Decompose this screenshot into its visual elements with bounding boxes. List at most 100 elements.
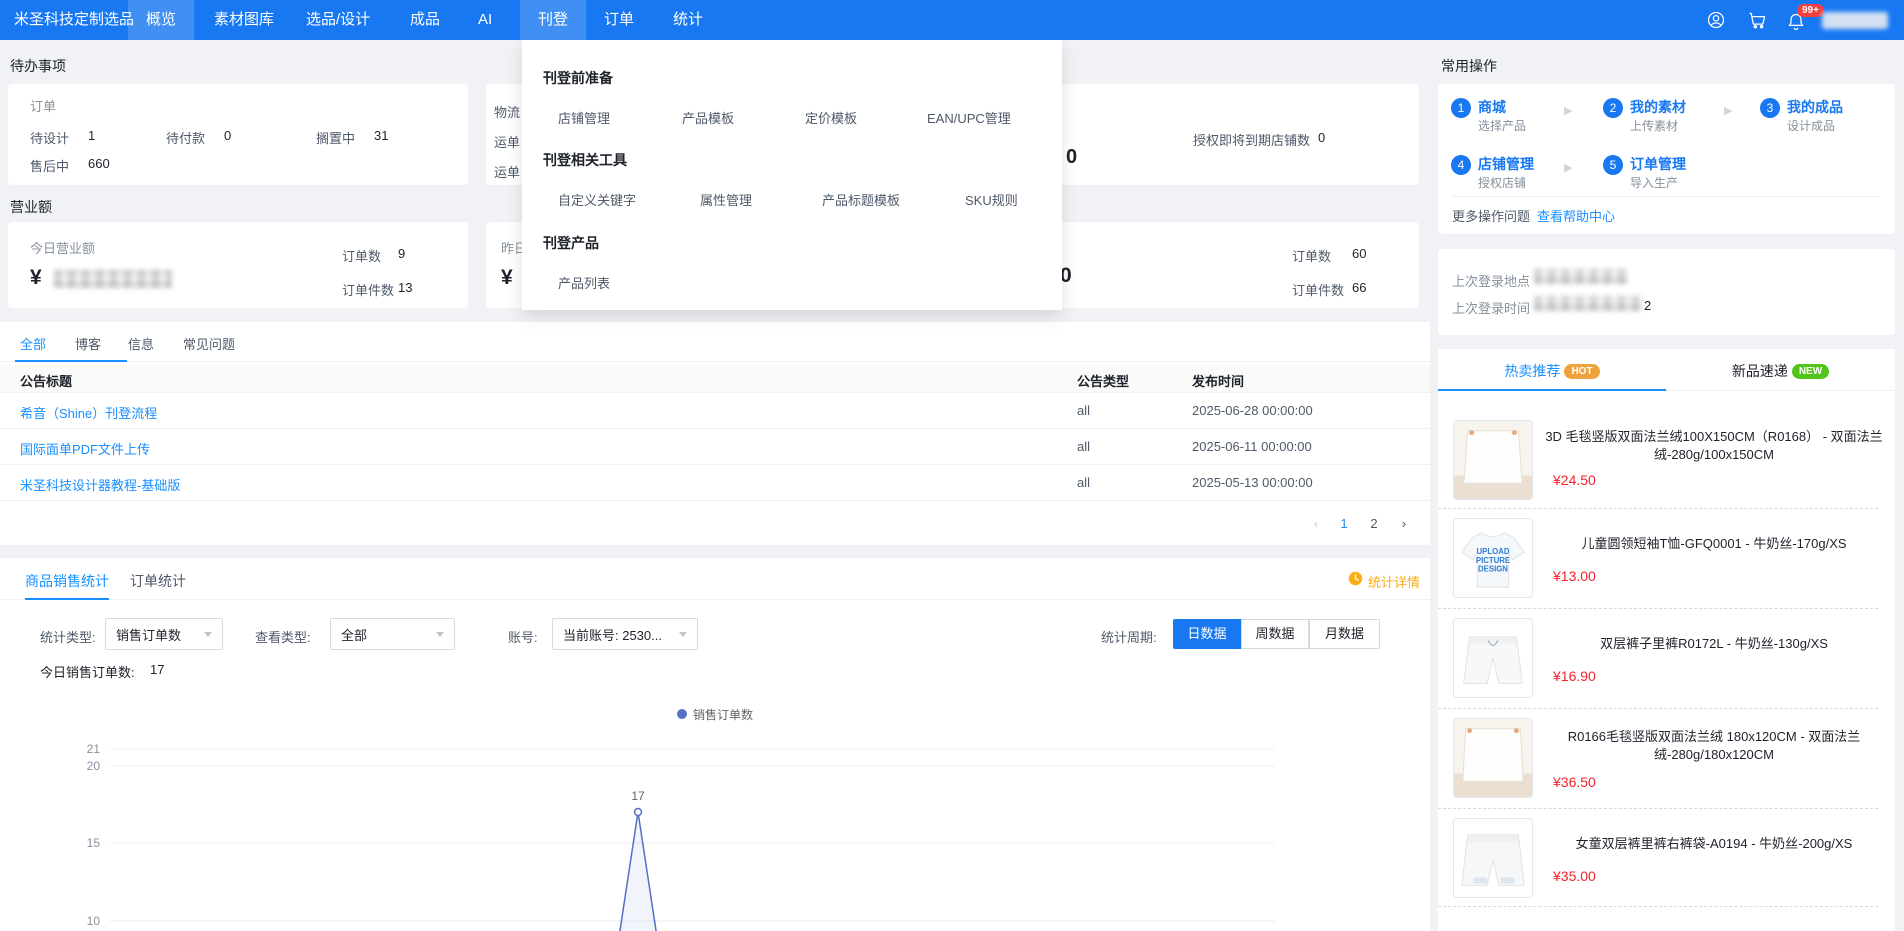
- menu-item-product-list[interactable]: 产品列表: [558, 273, 610, 292]
- menu-item-custom-keywords[interactable]: 自定义关键字: [558, 190, 636, 209]
- stats-detail-link[interactable]: 统计详情: [1368, 572, 1420, 591]
- step-subtitle: 上传素材: [1630, 117, 1678, 134]
- product-title[interactable]: 3D 毛毯竖版双面法兰绒100X150CM（R0168） - 双面法兰绒-280…: [1545, 426, 1883, 466]
- nav-item-selection-design[interactable]: 选品/设计: [306, 0, 370, 40]
- stat-label: 运单: [494, 132, 520, 151]
- product-title[interactable]: R0166毛毯竖版双面法兰绒 180x120CM - 双面法兰绒-280g/18…: [1545, 726, 1883, 766]
- stat-label: 待付款: [166, 128, 205, 147]
- stat-value[interactable]: 0: [224, 128, 231, 143]
- view-type-select[interactable]: 全部: [330, 618, 455, 650]
- step-number: 5: [1603, 155, 1623, 175]
- period-button-day[interactable]: 日数据: [1173, 619, 1241, 649]
- tshirt-print-text: UPLOAD: [1477, 547, 1510, 556]
- step-subtitle: 设计成品: [1787, 117, 1835, 134]
- sales-line-chart: 21 20 15 10 17: [0, 726, 1430, 931]
- login-location-redacted: [1534, 269, 1628, 284]
- step-subtitle: 授权店铺: [1478, 174, 1526, 191]
- chart-legend[interactable]: 销售订单数: [0, 705, 1430, 723]
- stat-label: 物流: [494, 102, 520, 121]
- filter-label-account: 账号:: [508, 627, 538, 646]
- nav-item-finished-products[interactable]: 成品: [410, 0, 440, 40]
- tab-label: 新品速递: [1732, 363, 1788, 379]
- help-center-link[interactable]: 查看帮助中心: [1537, 206, 1615, 225]
- stat-value[interactable]: 31: [374, 128, 388, 143]
- menu-item-attribute-management[interactable]: 属性管理: [700, 190, 752, 209]
- stat-value[interactable]: 660: [88, 156, 110, 171]
- menu-item-ean-upc[interactable]: EAN/UPC管理: [927, 108, 1011, 127]
- column-header-type: 公告类型: [1077, 371, 1129, 390]
- product-title[interactable]: 儿童圆领短袖T恤-GFQ0001 - 牛奶丝-170g/XS: [1545, 524, 1883, 564]
- nav-item-material-library[interactable]: 素材图库: [214, 0, 274, 40]
- tab-product-sales-stats[interactable]: 商品销售统计: [25, 571, 109, 591]
- nav-item-overview[interactable]: 概览: [128, 0, 194, 40]
- tab-hot-recommend[interactable]: 热卖推荐HOT: [1438, 361, 1666, 381]
- announcement-type: all: [1077, 475, 1090, 490]
- announcement-time: 2025-06-28 00:00:00: [1192, 403, 1313, 418]
- arrow-right-icon: ▶: [1564, 161, 1572, 174]
- account-select[interactable]: 当前账号: 2530...: [552, 618, 698, 650]
- product-price: ¥16.90: [1553, 668, 1596, 684]
- nav-item-publish[interactable]: 刊登: [520, 0, 586, 40]
- period-button-week[interactable]: 周数据: [1241, 619, 1309, 649]
- product-image-tshirt[interactable]: UPLOADPICTUREDESIGN: [1453, 518, 1533, 598]
- data-point-marker[interactable]: [635, 809, 642, 816]
- announcement-link[interactable]: 国际面单PDF文件上传: [20, 439, 150, 458]
- tab-all[interactable]: 全部: [20, 334, 46, 353]
- brand-logo[interactable]: 米圣科技定制选品: [14, 0, 134, 40]
- stat-value: 9: [398, 246, 405, 261]
- product-image-blanket[interactable]: [1453, 718, 1533, 798]
- menu-item-store-management[interactable]: 店铺管理: [558, 108, 610, 127]
- tab-order-stats[interactable]: 订单统计: [130, 571, 186, 591]
- column-header-time: 发布时间: [1192, 371, 1244, 390]
- pagination-prev[interactable]: ‹: [1304, 512, 1328, 536]
- legend-dot-icon: [677, 709, 687, 719]
- menu-item-pricing-template[interactable]: 定价模板: [805, 108, 857, 127]
- announcement-link[interactable]: 米圣科技设计器教程-基础版: [20, 475, 180, 494]
- divider: [1438, 508, 1878, 509]
- tab-faq[interactable]: 常见问题: [183, 334, 235, 353]
- product-title[interactable]: 女童双层裤里裤右裤袋-A0194 - 牛奶丝-200g/XS: [1545, 824, 1883, 864]
- stat-type-select[interactable]: 销售订单数: [105, 618, 223, 650]
- pagination-page-2[interactable]: 2: [1362, 512, 1386, 536]
- support-icon[interactable]: [1706, 10, 1726, 30]
- revenue-today-card: 今日营业额 ¥ 订单数 9 订单件数 13: [8, 222, 468, 308]
- tab-new-arrivals[interactable]: 新品速递NEW: [1666, 361, 1895, 381]
- menu-item-title-template[interactable]: 产品标题模板: [822, 190, 900, 209]
- step-my-materials[interactable]: 我的素材: [1630, 97, 1686, 117]
- username-redacted[interactable]: [1822, 12, 1888, 29]
- stat-value[interactable]: 0: [1318, 130, 1325, 145]
- stat-value[interactable]: 1: [88, 128, 95, 143]
- chevron-down-icon: [679, 632, 687, 637]
- table-row: 米圣科技设计器教程-基础版 all 2025-05-13 00:00:00: [0, 465, 1430, 501]
- menu-item-sku-rules[interactable]: SKU规则: [965, 190, 1018, 209]
- nav-item-orders[interactable]: 订单: [604, 0, 634, 40]
- step-order-management[interactable]: 订单管理: [1630, 154, 1686, 174]
- cart-icon[interactable]: [1747, 10, 1767, 30]
- product-image-blanket[interactable]: [1453, 420, 1533, 500]
- stat-label: 订单数: [342, 246, 381, 265]
- tab-blog[interactable]: 博客: [75, 334, 101, 353]
- step-mall[interactable]: 商城: [1478, 97, 1506, 117]
- products-tab-bar: 热卖推荐HOT 新品速递NEW: [1438, 349, 1895, 391]
- pagination-next[interactable]: ›: [1392, 512, 1416, 536]
- tab-info[interactable]: 信息: [128, 334, 154, 353]
- common-ops-card: 1 商城 选择产品 ▶ 2 我的素材 上传素材 ▶ 3 我的成品 设计成品 4 …: [1438, 84, 1895, 234]
- menu-item-product-template[interactable]: 产品模板: [682, 108, 734, 127]
- divider: [1438, 808, 1878, 809]
- today-count-label: 今日销售订单数:: [40, 662, 135, 681]
- account-value: 当前账号: 2530...: [563, 625, 662, 644]
- common-ops-section-title: 常用操作: [1441, 56, 1497, 76]
- column-header-title: 公告标题: [20, 371, 72, 390]
- product-title[interactable]: 双层裤子里裤R0172L - 牛奶丝-130g/XS: [1545, 624, 1883, 664]
- period-button-month[interactable]: 月数据: [1309, 619, 1380, 649]
- product-image-shorts[interactable]: [1453, 818, 1533, 898]
- nav-item-ai[interactable]: AI: [478, 0, 492, 40]
- step-store-management[interactable]: 店铺管理: [1478, 154, 1534, 174]
- announcement-link[interactable]: 希音（Shine）刊登流程: [20, 403, 157, 422]
- nav-item-statistics[interactable]: 统计: [673, 0, 703, 40]
- product-price: ¥36.50: [1553, 774, 1596, 790]
- currency-symbol: ¥: [30, 266, 42, 290]
- pagination-page-1[interactable]: 1: [1332, 512, 1356, 536]
- product-image-shorts[interactable]: [1453, 618, 1533, 698]
- step-my-finished[interactable]: 我的成品: [1787, 97, 1843, 117]
